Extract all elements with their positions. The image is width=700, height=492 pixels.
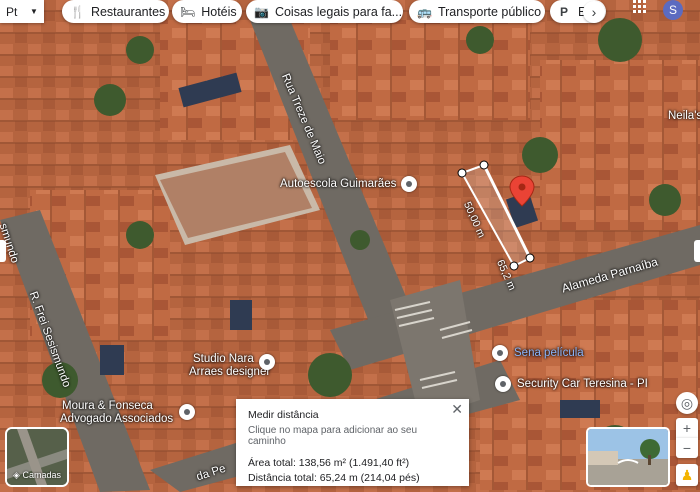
- account-avatar[interactable]: S: [663, 0, 683, 20]
- measure-hint: Clique no mapa para adicionar ao seu cam…: [248, 425, 417, 447]
- chip-hotels[interactable]: 🛏 Hotéis: [172, 0, 242, 23]
- measure-distance: Distância total: 65,24 m (214,04 pés): [248, 472, 420, 484]
- poi-marker-icon[interactable]: [492, 345, 508, 361]
- caret-down-icon: ▼: [30, 7, 38, 16]
- category-bar: Pt ▼ 🍴 Restaurantes 🛏 Hotéis 📷 Coisas le…: [0, 0, 700, 26]
- street-view-thumbnail[interactable]: [586, 427, 670, 487]
- zoom-in-button[interactable]: +: [676, 418, 698, 438]
- poi-label-moura-line1[interactable]: Moura & Fonseca: [62, 400, 153, 412]
- left-edge-handle[interactable]: [0, 240, 6, 262]
- chip-label: Coisas legais para fa...: [274, 4, 403, 19]
- chip-label: Transporte público: [437, 4, 542, 19]
- zoom-out-button[interactable]: −: [676, 438, 698, 458]
- poi-label-security[interactable]: Security Car Teresina - PI: [517, 378, 648, 390]
- poi-label-studio-line1[interactable]: Studio Nara: [193, 353, 254, 365]
- street-view-image: [588, 429, 668, 485]
- fork-knife-icon: 🍴: [70, 4, 85, 19]
- measure-title: Medir distância: [248, 409, 319, 421]
- compass-icon[interactable]: ◎: [676, 392, 698, 414]
- poi-label-neila[interactable]: Neila's: [668, 110, 700, 122]
- poi-label-moura-line2[interactable]: Advogado Associados: [60, 413, 173, 425]
- language-label: Pt: [6, 4, 18, 19]
- layers-text: Camadas: [22, 470, 61, 480]
- chip-label: Hotéis: [201, 4, 237, 19]
- chip-things-to-do[interactable]: 📷 Coisas legais para fa...: [246, 0, 403, 23]
- poi-label-sena[interactable]: Sena película: [514, 347, 584, 359]
- poi-marker-icon[interactable]: [259, 354, 275, 370]
- layers-label: ◈ Camadas: [7, 470, 67, 481]
- apps-grid-icon[interactable]: [632, 0, 648, 14]
- close-icon[interactable]: ✕: [451, 401, 463, 418]
- poi-label-autoescola[interactable]: Autoescola Guimarães: [280, 178, 396, 190]
- layers-stack-icon: ◈: [13, 470, 20, 480]
- measure-distance-panel: ✕ Medir distância Clique no mapa para ad…: [236, 399, 469, 486]
- chip-restaurants[interactable]: 🍴 Restaurantes: [62, 0, 169, 23]
- chip-label: Restaurantes: [90, 4, 166, 19]
- camera-icon: 📷: [254, 4, 269, 19]
- poi-label-studio-line2[interactable]: Arraes designer: [189, 366, 270, 378]
- poi-marker-icon[interactable]: [179, 404, 195, 420]
- pegman-icon[interactable]: ♟: [676, 464, 698, 486]
- bed-icon: 🛏: [180, 4, 196, 19]
- parking-icon: P: [559, 4, 568, 19]
- bus-icon: 🚌: [417, 4, 432, 19]
- poi-marker-icon[interactable]: [401, 176, 417, 192]
- measure-area: Área total: 138,56 m² (1.491,40 ft²): [248, 457, 410, 469]
- chevron-right-icon[interactable]: ›: [583, 1, 605, 23]
- layers-button[interactable]: ◈ Camadas: [5, 427, 69, 487]
- chip-transit[interactable]: 🚌 Transporte público: [409, 0, 545, 23]
- language-selector[interactable]: Pt ▼: [0, 0, 44, 23]
- poi-marker-icon[interactable]: [495, 376, 511, 392]
- right-edge-handle[interactable]: [694, 240, 700, 262]
